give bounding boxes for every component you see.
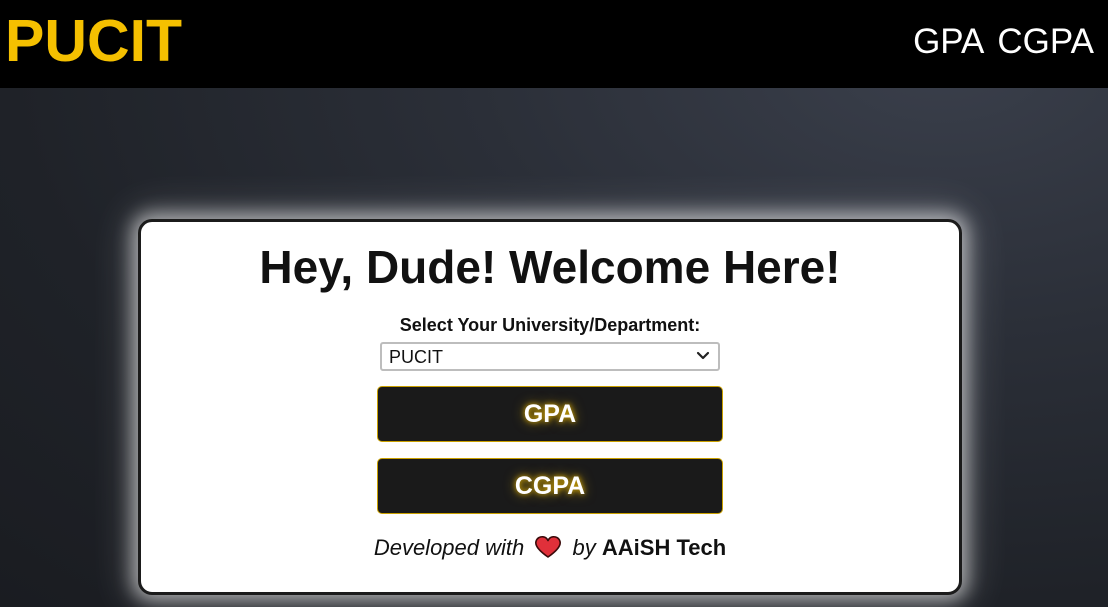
brand-logo[interactable]: PUCIT (5, 8, 182, 74)
credit-prefix: Developed with (373, 535, 525, 560)
welcome-card: Hey, Dude! Welcome Here! Select Your Uni… (138, 219, 962, 595)
heart-icon (535, 535, 562, 558)
welcome-heading: Hey, Dude! Welcome Here! (259, 241, 841, 293)
gpa-button[interactable]: GPA (377, 386, 723, 442)
chevron-down-icon (696, 351, 710, 360)
nav-link-gpa[interactable]: GPA (913, 22, 984, 62)
nav-link-cgpa[interactable]: CGPA (997, 22, 1094, 62)
nav-links: GPA CGPA (913, 22, 1094, 62)
developer-credit: Developed with by AAiSH Tech (141, 535, 959, 561)
top-navbar: PUCIT GPA CGPA (0, 0, 1108, 88)
cgpa-button[interactable]: CGPA (377, 458, 723, 514)
university-select[interactable]: PUCIT (380, 342, 720, 371)
credit-by: by (572, 535, 596, 560)
university-select-value: PUCIT (389, 347, 443, 367)
credit-company: AAiSH Tech (601, 535, 727, 560)
university-select-label: Select Your University/Department: (399, 315, 701, 335)
